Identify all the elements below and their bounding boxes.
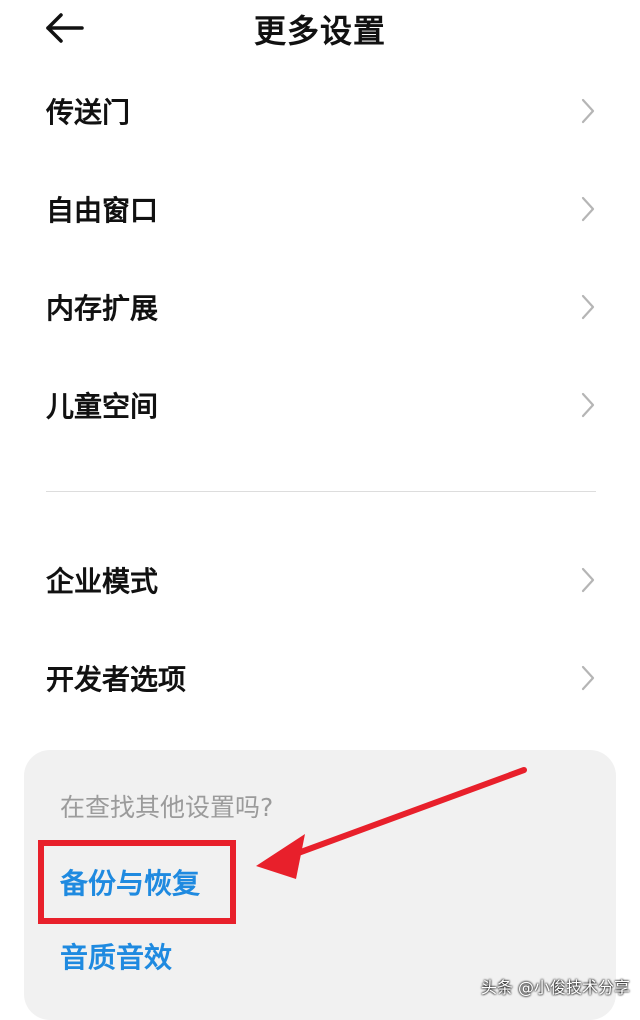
chevron-right-icon — [581, 294, 595, 320]
chevron-right-icon — [581, 567, 595, 593]
menu-item-free-window[interactable]: 自由窗口 — [0, 160, 640, 258]
watermark: 头条 @小俊技术分享 — [480, 978, 630, 997]
sound-effects-link[interactable]: 音质音效 — [60, 936, 172, 976]
menu-item-label: 内存扩展 — [46, 292, 159, 325]
menu-item-developer-options[interactable]: 开发者选项 — [0, 629, 640, 727]
menu-item-portal[interactable]: 传送门 — [0, 62, 640, 160]
menu-item-label: 开发者选项 — [46, 663, 187, 696]
header-bar: 更多设置 — [0, 0, 640, 58]
highlight-box — [38, 840, 236, 924]
chevron-right-icon — [581, 98, 595, 124]
chevron-right-icon — [581, 392, 595, 418]
menu-item-label: 传送门 — [46, 96, 131, 129]
suggestion-hint: 在查找其他设置吗? — [60, 793, 274, 822]
menu-item-kids-space[interactable]: 儿童空间 — [0, 356, 640, 454]
menu-item-enterprise-mode[interactable]: 企业模式 — [0, 531, 640, 629]
chevron-right-icon — [581, 196, 595, 222]
section-divider — [46, 491, 596, 492]
page-title: 更多设置 — [253, 12, 386, 50]
menu-item-memory-extension[interactable]: 内存扩展 — [0, 258, 640, 356]
menu-item-label: 企业模式 — [46, 565, 159, 598]
menu-item-label: 儿童空间 — [46, 390, 159, 423]
chevron-right-icon — [581, 665, 595, 691]
menu-item-label: 自由窗口 — [46, 194, 159, 227]
